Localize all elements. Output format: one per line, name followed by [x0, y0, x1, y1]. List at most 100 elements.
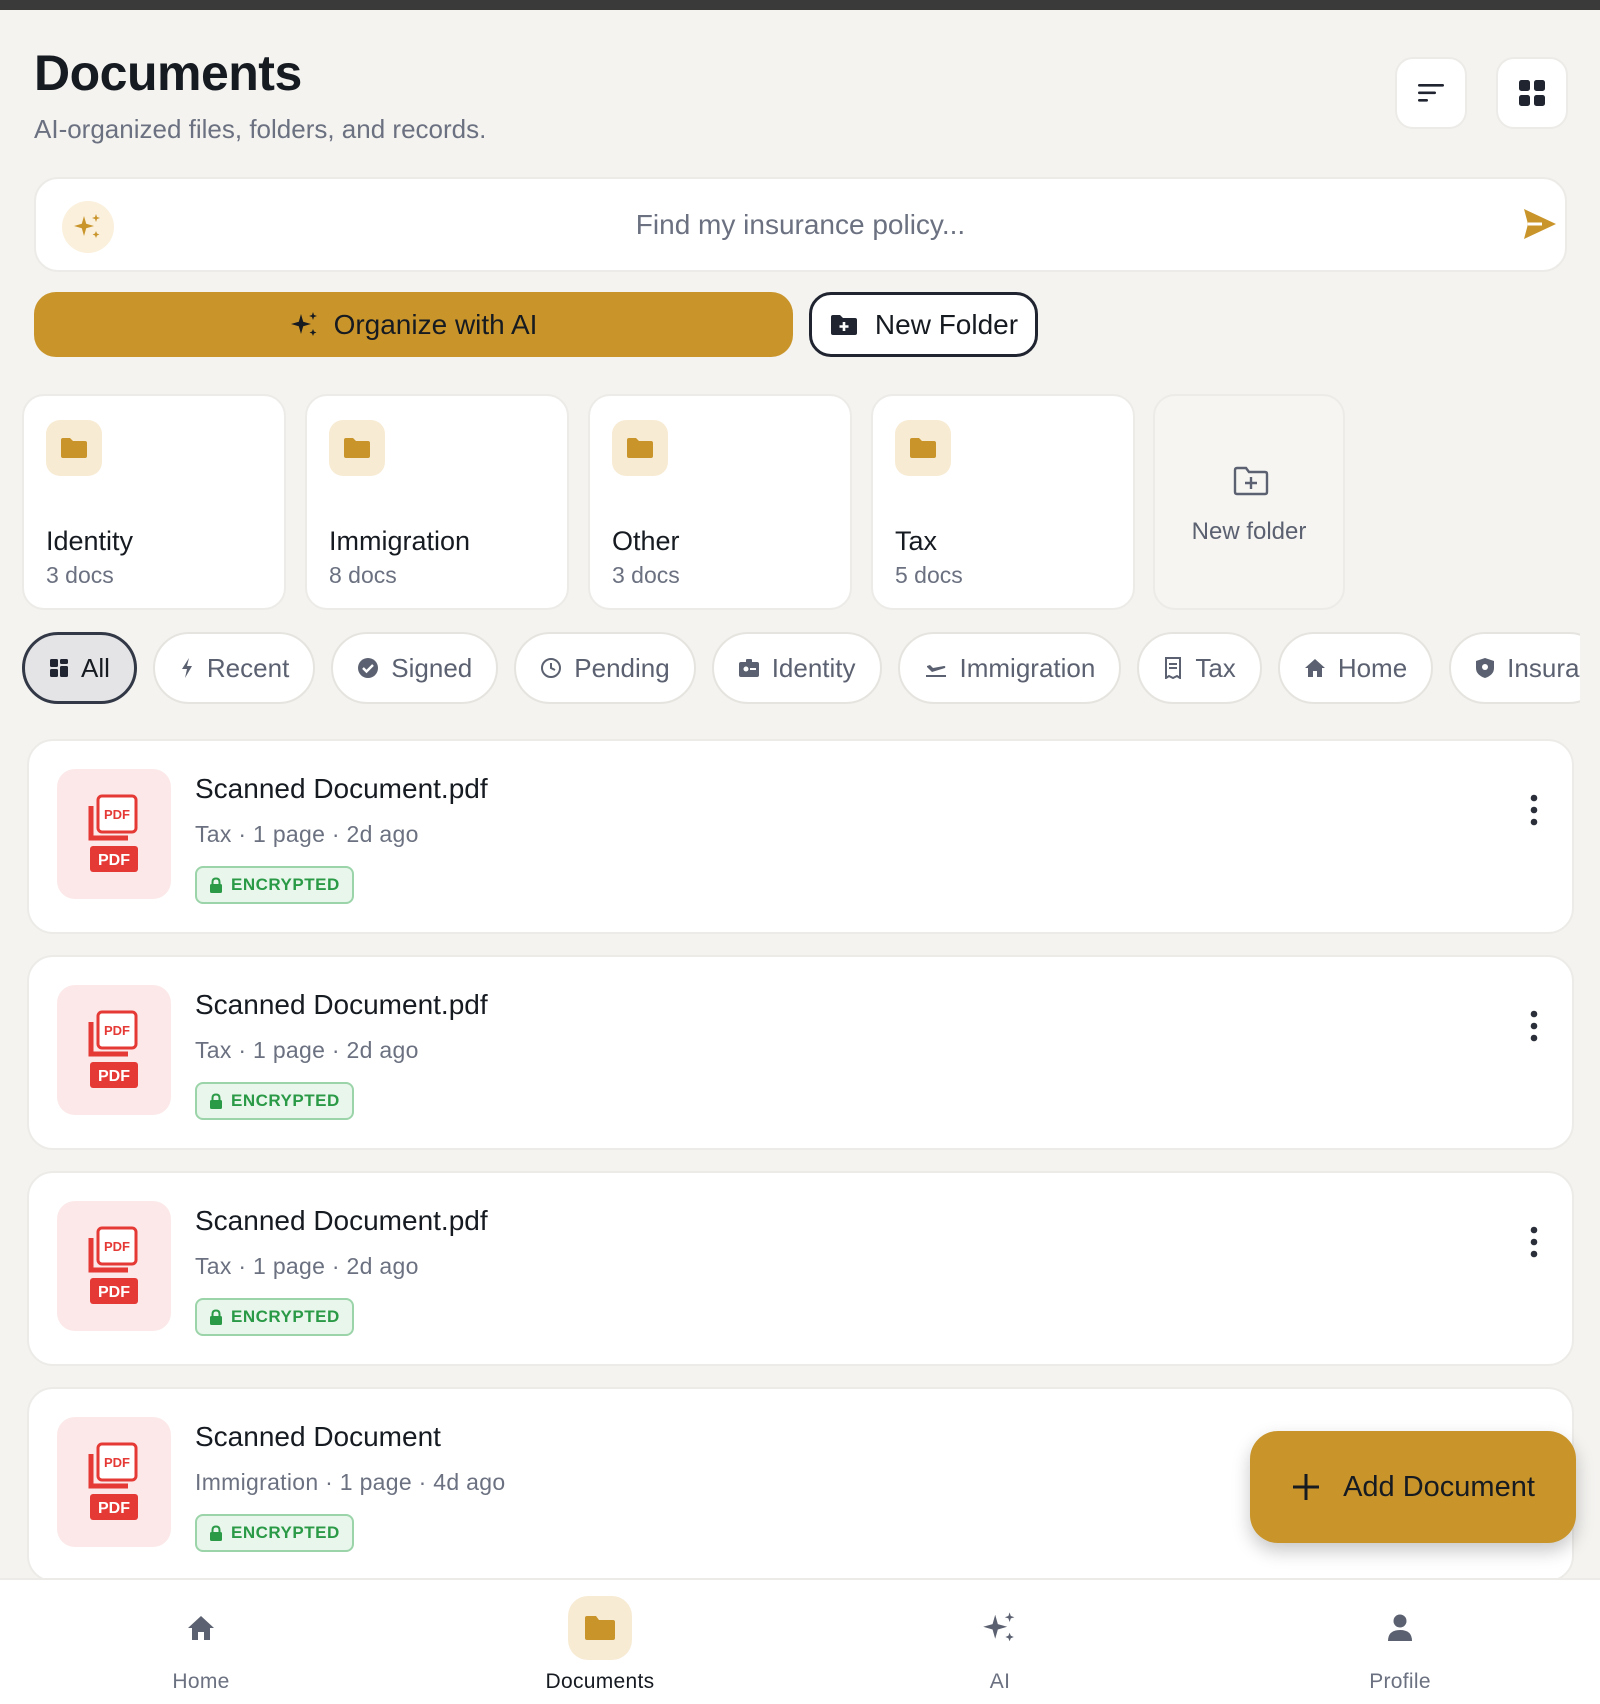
receipt-icon: [1165, 657, 1182, 679]
nav-home[interactable]: Home: [101, 1580, 301, 1704]
send-icon: [1524, 209, 1556, 239]
pdf-text: PDF: [104, 1239, 130, 1254]
folder-icon: [627, 438, 653, 458]
pdf-file-icon: PDF PDF: [88, 1226, 138, 1304]
lock-icon: [210, 1308, 222, 1325]
pdf-text: PDF: [104, 1455, 130, 1470]
nav-icon-wrap: [568, 1596, 632, 1660]
folder-count: 3 docs: [46, 562, 114, 588]
chip-label: Immigration: [959, 652, 1096, 683]
folder-card-immigration[interactable]: Immigration 8 docs: [305, 394, 569, 610]
folder-icon-wrap: [46, 420, 102, 476]
folder-count: 8 docs: [329, 562, 397, 588]
page-title: Documents: [34, 45, 302, 101]
grid-view-button[interactable]: [1496, 57, 1568, 129]
more-options-icon[interactable]: [1529, 1225, 1539, 1259]
chip-label: Insura: [1507, 652, 1580, 683]
lock-icon: [210, 876, 222, 893]
nav-ai[interactable]: AI: [900, 1580, 1100, 1704]
document-name: Scanned Document.pdf: [195, 989, 488, 1020]
folder-name: Other: [612, 526, 680, 556]
pdf-file-icon: PDF PDF: [88, 1442, 138, 1520]
nav-icon-wrap: [1368, 1596, 1432, 1660]
more-options-icon[interactable]: [1529, 1009, 1539, 1043]
search-input[interactable]: [136, 179, 1465, 270]
grid-icon: [50, 659, 68, 677]
folder-plus-icon: [830, 314, 857, 335]
chip-label: Recent: [206, 652, 290, 683]
chip-pending[interactable]: Pending: [514, 632, 696, 704]
ai-search-bar: [34, 177, 1567, 272]
nav-icon-wrap: [968, 1596, 1032, 1660]
pdf-label: PDF: [98, 1284, 130, 1301]
more-options-icon[interactable]: [1529, 793, 1539, 827]
document-name: Scanned Document: [195, 1421, 441, 1452]
add-document-button[interactable]: Add Document: [1250, 1431, 1576, 1543]
chip-recent[interactable]: Recent: [152, 632, 316, 704]
new-folder-card[interactable]: New folder: [1153, 394, 1345, 610]
sparkle-icon: [74, 214, 100, 238]
plane-icon: [925, 665, 946, 677]
pdf-thumbnail: PDF PDF: [57, 1201, 171, 1331]
chip-label: Home: [1337, 652, 1408, 683]
pdf-file-icon: PDF PDF: [88, 1010, 138, 1088]
document-card[interactable]: PDF PDF Scanned Document.pdf Tax · 1 pag…: [27, 739, 1574, 934]
pdf-thumbnail: PDF PDF: [57, 1417, 171, 1547]
chip-insurance[interactable]: Insura: [1449, 632, 1580, 704]
nav-documents[interactable]: Documents: [500, 1580, 700, 1704]
folder-icon: [344, 438, 370, 458]
pdf-file-icon: PDF PDF: [88, 794, 138, 872]
organize-label: Organize with AI: [333, 308, 538, 340]
chip-label: All: [81, 652, 110, 683]
window-top-border: [0, 0, 1600, 10]
chip-label: Identity: [771, 652, 856, 683]
folder-icon-wrap: [612, 420, 668, 476]
home-icon: [1304, 659, 1325, 677]
shield-icon: [1476, 658, 1495, 678]
chip-immigration[interactable]: Immigration: [897, 632, 1122, 704]
send-button[interactable]: [1522, 207, 1558, 246]
plus-icon: [1293, 1474, 1320, 1500]
chip-all[interactable]: All: [22, 632, 137, 704]
pdf-text: PDF: [104, 807, 130, 822]
add-document-label: Add Document: [1343, 1470, 1535, 1503]
document-meta: Tax · 1 page · 2d ago: [195, 1253, 419, 1279]
chip-label: Signed: [391, 652, 473, 683]
new-folder-label: New Folder: [874, 308, 1019, 340]
home-icon: [188, 1616, 214, 1640]
chip-home[interactable]: Home: [1277, 632, 1434, 704]
document-card[interactable]: PDF PDF Scanned Document.pdf Tax · 1 pag…: [27, 1171, 1574, 1366]
encrypted-badge: ENCRYPTED: [195, 1082, 354, 1120]
encrypted-badge: ENCRYPTED: [195, 1298, 354, 1336]
grid-view-icon: [1519, 80, 1545, 106]
encrypted-badge: ENCRYPTED: [195, 1514, 354, 1552]
sort-button[interactable]: [1395, 57, 1467, 129]
chip-tax[interactable]: Tax: [1137, 632, 1262, 704]
chip-label: Pending: [574, 652, 670, 683]
folder-card-other[interactable]: Other 3 docs: [588, 394, 852, 610]
pdf-thumbnail: PDF PDF: [57, 769, 171, 899]
folder-name: Identity: [46, 526, 134, 556]
document-name: Scanned Document.pdf: [195, 773, 488, 804]
bottom-nav: Home Documents AI Profile: [0, 1578, 1600, 1704]
pdf-text: PDF: [104, 1023, 130, 1038]
organize-with-ai-button[interactable]: Organize with AI: [34, 292, 793, 357]
folder-icon-wrap: [329, 420, 385, 476]
chip-signed[interactable]: Signed: [331, 632, 499, 704]
folder-icon-wrap: [895, 420, 951, 476]
folder-card-tax[interactable]: Tax 5 docs: [871, 394, 1135, 610]
folder-icon: [585, 1616, 615, 1640]
nav-label: AI: [989, 1670, 1011, 1693]
new-folder-button[interactable]: New Folder: [809, 292, 1038, 357]
pdf-label: PDF: [98, 1500, 130, 1517]
badge-label: ENCRYPTED: [231, 1091, 340, 1110]
folder-name: Immigration: [329, 526, 471, 556]
folder-card-identity[interactable]: Identity 3 docs: [22, 394, 286, 610]
nav-profile[interactable]: Profile: [1300, 1580, 1500, 1704]
chip-identity[interactable]: Identity: [711, 632, 882, 704]
folder-icon: [910, 438, 936, 458]
id-badge-icon: [738, 659, 759, 677]
person-icon: [1388, 1614, 1412, 1641]
document-card[interactable]: PDF PDF Scanned Document.pdf Tax · 1 pag…: [27, 955, 1574, 1150]
lock-icon: [210, 1092, 222, 1109]
